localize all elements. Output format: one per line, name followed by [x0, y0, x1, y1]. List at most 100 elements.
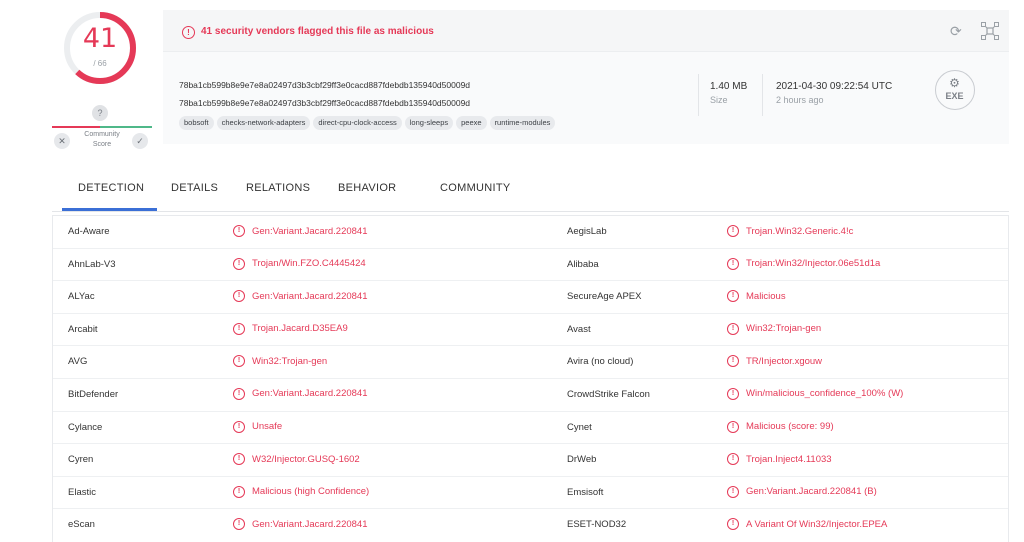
- engine-name: Cylance: [68, 421, 103, 433]
- detection-result: ! W32/Injector.GUSQ-1602: [233, 453, 360, 466]
- engine-name: Avira (no cloud): [567, 356, 634, 368]
- file-tag[interactable]: peexe: [456, 116, 487, 130]
- analysis-date: 2021-04-30 09:22:54 UTC: [776, 81, 893, 92]
- alert-icon: !: [233, 322, 245, 335]
- tab-behavior[interactable]: BEHAVIOR: [338, 182, 396, 194]
- detection-row: BitDefender! Gen:Variant.Jacard.220841 Cro…: [53, 379, 1008, 412]
- community-bar-negative: [52, 126, 100, 128]
- detection-label: TR/Injector.xgouw: [746, 355, 823, 367]
- detection-label: Gen:Variant.Jacard.220841: [252, 290, 368, 302]
- engine-name: SecureAge APEX: [567, 291, 642, 303]
- detection-row: eScan! Gen:Variant.Jacard.220841 ESET-NOD3…: [53, 509, 1008, 542]
- engine-name: Emsisoft: [567, 486, 604, 498]
- alert-icon: !: [727, 225, 739, 237]
- tab-community[interactable]: COMMUNITY: [440, 182, 511, 194]
- alert-icon: !: [727, 453, 739, 466]
- community-score-value: ?: [92, 105, 108, 121]
- detection-label: Gen:Variant.Jacard.220841 (B): [746, 486, 877, 498]
- detection-label: Gen:Variant.Jacard.220841: [252, 388, 368, 400]
- file-tag[interactable]: runtime-modules: [489, 116, 556, 130]
- detection-label: Win32:Trojan-gen: [746, 323, 822, 335]
- detection-label: Gen:Variant.Jacard.220841: [252, 518, 368, 530]
- engine-name: AhnLab-V3: [68, 258, 116, 270]
- alert-banner: ! 41 security vendors flagged this file …: [163, 10, 1009, 52]
- file-tag[interactable]: direct-cpu-clock-access: [313, 116, 402, 130]
- detection-result: ! Malicious (score: 99): [727, 420, 834, 433]
- graph-view-icon[interactable]: [981, 22, 999, 40]
- analysis-relative-time: 2 hours ago: [776, 95, 824, 105]
- alert-icon: !: [727, 485, 739, 498]
- detection-result: ! Trojan.Inject4.11033: [727, 453, 832, 466]
- tab-details[interactable]: DETAILS: [171, 182, 218, 194]
- file-tag[interactable]: long-sleeps: [404, 116, 454, 130]
- divider: [698, 74, 699, 116]
- detection-label: Win/malicious_confidence_100% (W): [746, 388, 904, 400]
- engine-name: Ad-Aware: [68, 226, 110, 237]
- detection-label: Gen:Variant.Jacard.220841: [252, 225, 368, 237]
- detection-label: Trojan.Inject4.11033: [746, 453, 832, 465]
- alert-icon: !: [233, 453, 245, 466]
- detection-result: ! TR/Injector.xgouw: [727, 355, 823, 368]
- detection-row: AVG! Win32:Trojan-gen Avira (no cloud)! TR/…: [53, 346, 1008, 379]
- detection-label: A Variant Of Win32/Injector.EPEA: [746, 518, 888, 530]
- alert-icon: !: [233, 518, 245, 531]
- tab-relations[interactable]: RELATIONS: [246, 182, 310, 194]
- detection-row: ALYac! Gen:Variant.Jacard.220841 SecureAge…: [53, 281, 1008, 314]
- alert-icon: !: [233, 355, 245, 368]
- vote-harmless-button[interactable]: ✓: [132, 133, 148, 149]
- detection-result: ! Win32:Trojan-gen: [233, 355, 328, 368]
- engine-total: / 66: [93, 59, 107, 68]
- engine-name: Cynet: [567, 421, 592, 433]
- alert-icon: !: [182, 26, 195, 39]
- vote-harmful-button[interactable]: ✕: [54, 133, 70, 149]
- alert-icon: !: [233, 485, 245, 498]
- detection-label: W32/Injector.GUSQ-1602: [252, 453, 360, 465]
- file-tags: bobsoft checks-network-adapters direct-cpu…: [179, 116, 556, 130]
- tab-detection[interactable]: DETECTION: [78, 182, 144, 194]
- file-size: 1.40 MB: [710, 81, 748, 92]
- alert-icon: !: [727, 420, 739, 433]
- engine-name: AegisLab: [567, 226, 607, 237]
- engine-name: Arcabit: [68, 323, 98, 335]
- alert-icon: !: [727, 387, 739, 400]
- file-tag[interactable]: checks-network-adapters: [216, 116, 311, 130]
- alert-icon: !: [727, 322, 739, 335]
- detection-result: ! Win/malicious_confidence_100% (W): [727, 387, 904, 400]
- community-score-label: Community Score: [84, 131, 120, 148]
- alert-icon: !: [233, 257, 245, 270]
- alert-message: 41 security vendors flagged this file as…: [201, 26, 434, 37]
- alert-icon: !: [233, 225, 245, 237]
- community-score: ? ✕ Community Score ✓: [52, 105, 152, 155]
- engine-name: CrowdStrike Falcon: [567, 388, 650, 400]
- detection-label: Trojan.Win32.Generic.4!c: [746, 225, 854, 237]
- detection-result: ! Trojan:Win32/Injector.06e51d1a: [727, 257, 880, 270]
- detection-label: Win32:Trojan-gen: [252, 355, 328, 367]
- detection-label: Trojan.Jacard.D35EA9: [252, 323, 348, 335]
- detection-result: ! Gen:Variant.Jacard.220841: [233, 387, 368, 400]
- detection-result: ! Gen:Variant.Jacard.220841: [233, 290, 368, 303]
- alert-icon: !: [233, 387, 245, 400]
- file-tag[interactable]: bobsoft: [179, 116, 214, 130]
- file-type-label: EXE: [945, 91, 964, 101]
- engine-name: ESET-NOD32: [567, 519, 627, 531]
- detection-score-ring: 41 / 66: [62, 10, 138, 86]
- alert-icon: !: [727, 290, 739, 303]
- alert-icon: !: [727, 257, 739, 270]
- detection-label: Malicious: [746, 290, 786, 302]
- detection-result: ! Malicious: [727, 290, 786, 303]
- file-hash[interactable]: 78ba1cb599b8e9e7e8a02497d3b3cbf29ff3e0ca…: [179, 80, 470, 90]
- engine-name: DrWeb: [567, 454, 597, 466]
- detections-table: Ad-Aware! Gen:Variant.Jacard.220841 AegisL…: [52, 215, 1009, 542]
- community-bar-positive: [100, 126, 152, 128]
- detection-result: ! Unsafe: [233, 420, 282, 433]
- detection-row: Elastic! Malicious (high Confidence) Emsis…: [53, 477, 1008, 510]
- detection-row: Cyren! W32/Injector.GUSQ-1602 DrWeb! Trojan…: [53, 444, 1008, 477]
- detection-label: Malicious (high Confidence): [252, 486, 370, 498]
- reanalyze-icon[interactable]: ⟳: [950, 24, 964, 38]
- detection-result: ! Gen:Variant.Jacard.220841: [233, 518, 368, 531]
- detection-row: Arcabit! Trojan.Jacard.D35EA9 Avast! Win32:…: [53, 314, 1008, 347]
- tabs-divider: [52, 211, 1009, 212]
- detection-row: AhnLab-V3! Trojan/Win.FZO.C4445424 Alibaba…: [53, 249, 1008, 282]
- detection-result: ! A Variant Of Win32/Injector.EPEA: [727, 518, 888, 531]
- detection-row: Ad-Aware! Gen:Variant.Jacard.220841 AegisL…: [53, 216, 1008, 249]
